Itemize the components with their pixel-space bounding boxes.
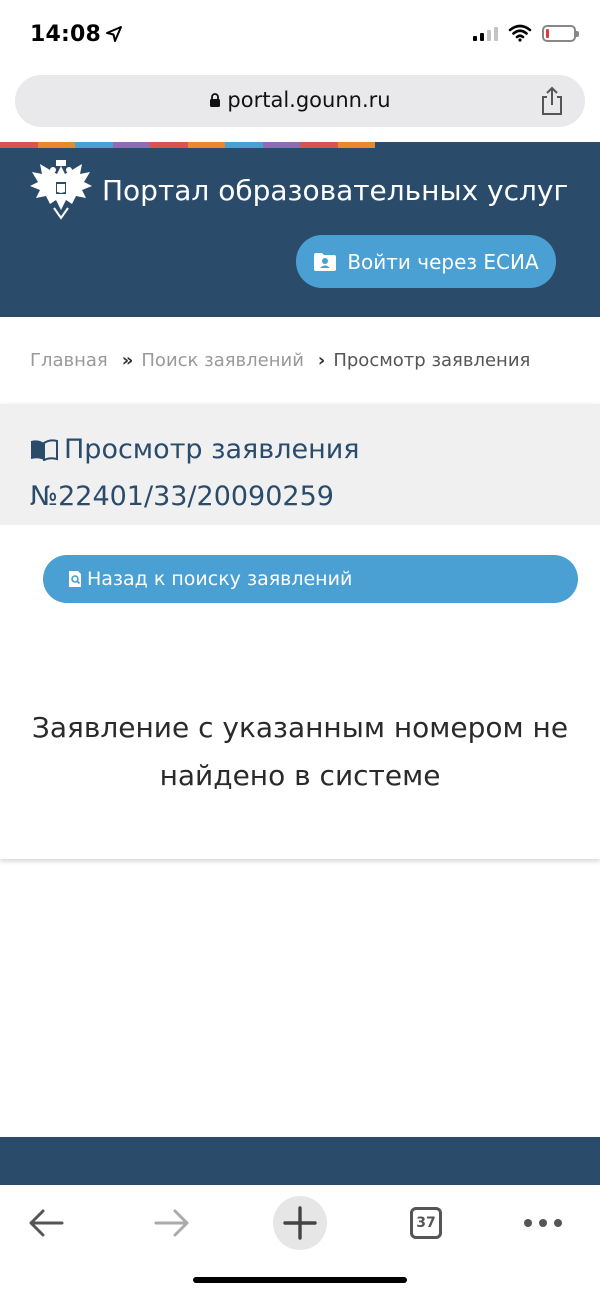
back-button[interactable] (16, 1193, 76, 1253)
share-button[interactable] (539, 85, 565, 121)
user-folder-icon (314, 252, 337, 271)
not-found-line2: найдено в системе (159, 759, 441, 792)
status-bar: 14:08 (0, 0, 600, 70)
breadcrumb-item-search[interactable]: Поиск заявлений (141, 350, 304, 371)
application-number: №22401/33/20090259 (30, 481, 334, 512)
card-header: Просмотр заявления №22401/33/20090259 (0, 404, 600, 525)
forward-arrow-icon (154, 1209, 189, 1237)
not-found-message: Заявление с указанным номером не найдено… (0, 704, 600, 800)
plus-icon (283, 1206, 317, 1240)
portal-title: Портал образовательных услуг (102, 174, 569, 207)
stripe-segment (150, 142, 188, 148)
color-stripe (0, 142, 375, 148)
home-indicator (193, 1277, 407, 1283)
url-text: portal.gounn.ru (227, 88, 391, 112)
status-time-text: 14:08 (30, 22, 102, 47)
breadcrumb-item-home[interactable]: Главная (30, 350, 108, 371)
stripe-segment (262, 142, 300, 148)
esia-login-label: Войти через ЕСИА (347, 249, 539, 274)
stripe-segment (112, 142, 150, 148)
stripe-segment (300, 142, 338, 148)
back-to-search-button[interactable]: Назад к поиску заявлений (43, 555, 578, 603)
back-to-search-label: Назад к поиску заявлений (87, 568, 353, 590)
menu-button[interactable] (513, 1193, 573, 1253)
status-time: 14:08 (30, 22, 123, 47)
browser-toolbar: 37 (0, 1185, 600, 1297)
stripe-segment (37, 142, 75, 148)
breadcrumb: Главная » Поиск заявлений › Просмотр заявлен… (30, 350, 530, 371)
esia-login-button[interactable]: Войти через ЕСИА (296, 235, 556, 288)
open-book-icon (31, 439, 58, 462)
battery-icon (542, 24, 579, 42)
site-header: Портал образовательных услуг Войти через… (0, 142, 600, 317)
breadcrumb-separator: › (317, 350, 326, 371)
site-footer (0, 1137, 600, 1185)
share-icon (542, 86, 562, 115)
stripe-segment (225, 142, 263, 148)
back-arrow-icon (29, 1209, 64, 1237)
search-document-icon (69, 571, 81, 587)
stripe-segment (0, 142, 38, 148)
forward-button[interactable] (142, 1193, 202, 1253)
page-title: Просмотр заявления №22401/33/20090259 (30, 426, 360, 520)
stripe-segment (187, 142, 225, 148)
cellular-signal-icon (473, 25, 498, 41)
wifi-icon (508, 24, 532, 42)
location-arrow-icon (106, 26, 123, 42)
breadcrumb-separator: » (121, 350, 134, 371)
coat-of-arms-emblem (28, 158, 94, 224)
tabs-icon: 37 (410, 1207, 442, 1239)
new-tab-button[interactable] (273, 1196, 327, 1250)
not-found-line1: Заявление с указанным номером не (31, 711, 569, 744)
stripe-segment (75, 142, 113, 148)
url-display[interactable]: portal.gounn.ru (15, 88, 585, 112)
breadcrumb-item-current: Просмотр заявления (333, 350, 531, 371)
url-bar[interactable]: portal.gounn.ru (15, 75, 585, 127)
status-icons (473, 24, 579, 42)
more-dots-icon (524, 1219, 562, 1227)
page-title-line1: Просмотр заявления (64, 434, 360, 465)
lock-icon (210, 93, 221, 107)
application-card: Просмотр заявления №22401/33/20090259 На… (0, 404, 600, 859)
stripe-segment (337, 142, 375, 148)
tabs-button[interactable]: 37 (396, 1193, 456, 1253)
